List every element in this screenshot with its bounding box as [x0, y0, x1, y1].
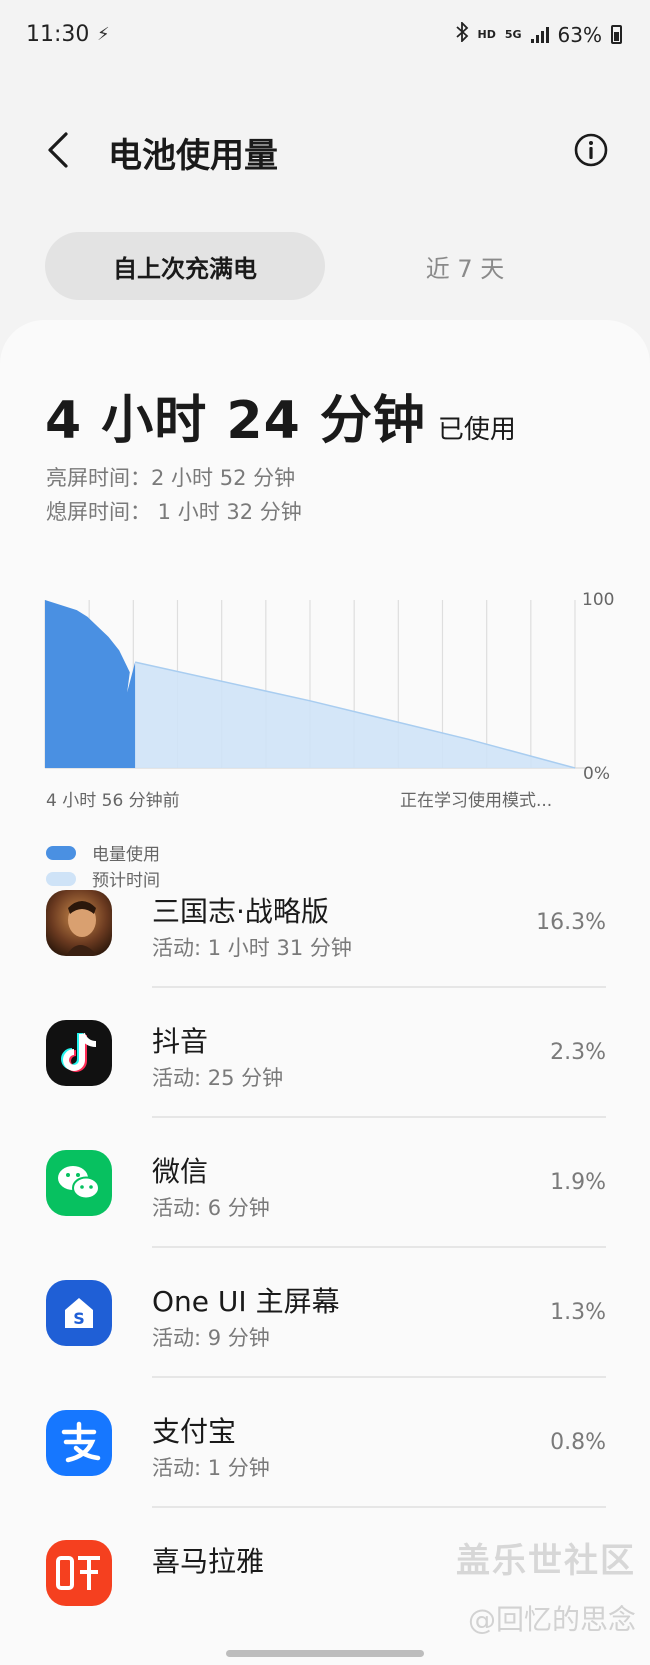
network-type: 5G: [504, 28, 522, 41]
tiktok-icon: [46, 1020, 112, 1086]
chart-x-end-label: 正在学习使用模式...: [400, 791, 553, 811]
app-percent: 1.3%: [550, 1300, 606, 1325]
status-time: 11:30: [26, 22, 90, 47]
list-item-alipay[interactable]: 支付宝 活动: 1 分钟 0.8%: [0, 1390, 650, 1520]
watermark-handle: @回忆的思念: [467, 1603, 636, 1636]
usage-card: 4 小时 24 分钟 已使用 亮屏时间：2 小时 52 分钟 熄屏时间： 1 小…: [0, 320, 650, 1665]
ximalaya-icon: [46, 1540, 112, 1606]
total-usage-suffix: 已使用: [437, 415, 516, 445]
page-title: 电池使用量: [108, 136, 278, 176]
hd-indicator: HD: [477, 28, 496, 41]
app-name: 支付宝: [152, 1415, 237, 1448]
oneui-home-icon: S: [46, 1280, 112, 1346]
divider: [152, 1376, 606, 1378]
list-item-oneui-home[interactable]: S One UI 主屏幕 活动: 9 分钟 1.3%: [0, 1260, 650, 1390]
info-icon: [574, 133, 608, 167]
signal-icon: [530, 26, 549, 43]
list-item-sanguo[interactable]: 三国志·战略版 活动: 1 小时 31 分钟 16.3%: [0, 870, 650, 1000]
battery-percent: 63%: [557, 22, 602, 47]
app-percent: 2.3%: [550, 1040, 606, 1065]
app-bar: 电池使用量: [0, 110, 650, 190]
total-usage-time: 4 小时 24 分钟: [45, 391, 426, 451]
screen-off-time: 熄屏时间： 1 小时 32 分钟: [46, 500, 302, 524]
app-name: 抖音: [152, 1025, 209, 1058]
chart-y-min-label: 0%: [583, 764, 610, 784]
legend-label-usage: 电量使用: [92, 845, 160, 865]
chevron-left-icon: [48, 132, 68, 168]
chart-series-usage: [45, 600, 136, 768]
list-item-wechat[interactable]: 微信 活动: 6 分钟 1.9%: [0, 1130, 650, 1260]
app-activity: 活动: 1 小时 31 分钟: [152, 936, 352, 960]
app-activity: 活动: 25 分钟: [152, 1066, 284, 1090]
divider: [152, 986, 606, 988]
legend-swatch-usage: [46, 845, 76, 860]
app-percent: 16.3%: [536, 910, 606, 935]
list-item-douyin[interactable]: 抖音 活动: 25 分钟 2.3%: [0, 1000, 650, 1130]
total-usage: 4 小时 24 分钟 已使用: [45, 378, 516, 453]
status-bar: 11:30 ⚡ HD 5G 63%: [0, 0, 650, 74]
status-icons: HD 5G 63%: [455, 20, 622, 47]
tab-since-full-charge[interactable]: 自上次充满电: [45, 232, 325, 300]
app-name: 微信: [152, 1155, 209, 1188]
game-portrait-icon: [46, 890, 112, 956]
app-activity: 活动: 6 分钟: [152, 1196, 270, 1220]
app-name: One UI 主屏幕: [152, 1285, 340, 1318]
home-indicator[interactable]: [226, 1650, 424, 1657]
info-button[interactable]: [574, 133, 608, 167]
divider: [152, 1506, 606, 1508]
divider: [152, 1246, 606, 1248]
app-percent: 1.9%: [550, 1170, 606, 1195]
battery-icon: [611, 25, 622, 44]
legend-item-usage: 电量使用: [46, 840, 160, 865]
chart-series-estimate: [135, 662, 575, 768]
app-activity: 活动: 1 分钟: [152, 1456, 270, 1480]
tab-last-7-days[interactable]: 近 7 天: [375, 232, 555, 300]
svg-text:S: S: [73, 1309, 85, 1328]
bluetooth-icon: [455, 20, 469, 47]
divider: [152, 1116, 606, 1118]
activity-status-icon: ⚡: [97, 24, 110, 45]
app-percent: 0.8%: [550, 1430, 606, 1455]
screen-on-time: 亮屏时间：2 小时 52 分钟: [46, 466, 296, 490]
alipay-icon: [46, 1410, 112, 1476]
chart-x-start-label: 4 小时 56 分钟前: [46, 791, 180, 811]
wechat-icon: [46, 1150, 112, 1216]
app-activity: 活动: 9 分钟: [152, 1326, 270, 1350]
app-name: 喜马拉雅: [152, 1545, 265, 1578]
app-name: 三国志·战略版: [152, 895, 329, 928]
chart-y-max-label: 100: [582, 590, 615, 610]
watermark-title: 盖乐世社区: [456, 1541, 636, 1581]
back-button[interactable]: [42, 128, 74, 172]
